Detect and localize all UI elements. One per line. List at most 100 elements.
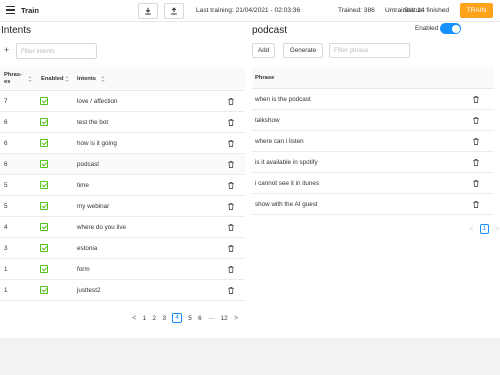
- intent-row[interactable]: 7 love / affection: [0, 91, 245, 112]
- phrase-row[interactable]: talkshow: [252, 110, 494, 131]
- intent-row[interactable]: 5 my webinar: [0, 196, 245, 217]
- generate-button[interactable]: Generate: [283, 43, 323, 58]
- column-intents[interactable]: Intents: [77, 76, 96, 82]
- delete-icon[interactable]: [228, 245, 234, 252]
- page-ellipsis[interactable]: ···: [208, 315, 214, 322]
- download-icon: [145, 7, 151, 15]
- delete-icon[interactable]: [228, 182, 234, 189]
- intent-row[interactable]: 6 podcast: [0, 154, 245, 175]
- intent-row[interactable]: 1 justtest2: [0, 280, 245, 301]
- enabled-checkbox[interactable]: [40, 244, 48, 252]
- menu-icon[interactable]: [6, 6, 15, 14]
- delete-icon[interactable]: [473, 138, 479, 145]
- page-1-current[interactable]: 1: [479, 224, 490, 234]
- next-page-button[interactable]: >: [496, 226, 500, 233]
- phrase-row[interactable]: is it available in spotify: [252, 152, 494, 173]
- delete-icon[interactable]: [473, 117, 479, 124]
- page-3[interactable]: 3: [162, 315, 166, 322]
- delete-icon[interactable]: [228, 119, 234, 126]
- intent-row[interactable]: 4 where do you live: [0, 217, 245, 238]
- intent-name: time: [77, 182, 89, 189]
- enabled-checkbox[interactable]: [40, 223, 48, 231]
- intent-row[interactable]: 6 how is it going: [0, 133, 245, 154]
- delete-icon[interactable]: [473, 159, 479, 166]
- enabled-checkbox[interactable]: [40, 160, 48, 168]
- prev-page-button[interactable]: <: [132, 315, 136, 322]
- app-window: Train Last training: 21/04/2021 - 02:03:…: [0, 0, 500, 338]
- intent-name: podcast: [77, 161, 100, 168]
- delete-icon[interactable]: [473, 96, 479, 103]
- download-button[interactable]: [138, 3, 158, 19]
- phrase-count: 5: [4, 182, 8, 189]
- sort-icon[interactable]: [28, 76, 32, 83]
- intent-name: love / affection: [77, 98, 118, 105]
- filter-intents-input[interactable]: Filter intents: [16, 43, 97, 59]
- enabled-checkbox[interactable]: [40, 118, 48, 126]
- phrase-text: is it available in spotify: [255, 159, 318, 166]
- delete-icon[interactable]: [228, 98, 234, 105]
- page-12[interactable]: 12: [221, 315, 228, 322]
- phrase-count: 6: [4, 140, 8, 147]
- training-status: Status: finished: [404, 7, 450, 14]
- enabled-checkbox[interactable]: [40, 265, 48, 273]
- page-6[interactable]: 6: [198, 315, 202, 322]
- page-4-current[interactable]: 4: [172, 313, 182, 323]
- phrase-row[interactable]: show with the AI guest: [252, 194, 494, 215]
- enabled-checkbox[interactable]: [40, 139, 48, 147]
- intent-name: form: [77, 266, 90, 273]
- column-phrase: Phrase: [255, 75, 275, 81]
- intents-title: Intents: [1, 25, 32, 36]
- sort-icon[interactable]: [101, 76, 105, 83]
- delete-icon[interactable]: [228, 161, 234, 168]
- delete-icon[interactable]: [228, 224, 234, 231]
- page-5[interactable]: 5: [188, 315, 192, 322]
- phrase-text: talkshow: [255, 117, 280, 124]
- intent-row[interactable]: 5 time: [0, 175, 245, 196]
- delete-icon[interactable]: [228, 203, 234, 210]
- phrases-table-header: Phrase: [252, 67, 494, 89]
- delete-icon[interactable]: [228, 266, 234, 273]
- intent-name: my webinar: [77, 203, 110, 210]
- add-intent-icon[interactable]: +: [4, 45, 9, 55]
- enabled-toggle[interactable]: [440, 23, 461, 34]
- add-phrase-button[interactable]: Add: [252, 43, 275, 58]
- phrase-count: 1: [4, 266, 8, 273]
- delete-icon[interactable]: [473, 201, 479, 208]
- column-enabled[interactable]: Enabled: [41, 76, 64, 82]
- column-phrases[interactable]: Phras- es: [4, 72, 22, 85]
- intent-name: where do you live: [77, 224, 127, 231]
- phrases-pagination: < 1 >: [466, 224, 500, 234]
- intents-table-header: Phras- es Enabled Intents: [0, 67, 245, 91]
- enabled-checkbox[interactable]: [40, 97, 48, 105]
- phrase-text: when is the podcast: [255, 96, 311, 103]
- intent-row[interactable]: 1 form: [0, 259, 245, 280]
- intent-name: justtest2: [77, 287, 101, 294]
- page-2[interactable]: 2: [153, 315, 157, 322]
- page-title: Train: [21, 6, 39, 15]
- next-page-button[interactable]: >: [234, 315, 238, 322]
- delete-icon[interactable]: [228, 287, 234, 294]
- enabled-checkbox[interactable]: [40, 181, 48, 189]
- enabled-checkbox[interactable]: [40, 286, 48, 294]
- enabled-checkbox[interactable]: [40, 202, 48, 210]
- prev-page-button[interactable]: <: [469, 226, 473, 233]
- phrase-text: i cannot see it in itunes: [255, 180, 320, 187]
- phrase-row[interactable]: where can i listen: [252, 131, 494, 152]
- train-button[interactable]: TRAIN: [460, 3, 493, 18]
- sort-icon[interactable]: [65, 76, 69, 83]
- last-training-text: Last training: 21/04/2021 - 02:03:36: [196, 7, 301, 14]
- filter-phrase-input[interactable]: Filter phrase: [329, 43, 410, 58]
- phrase-count: 7: [4, 98, 8, 105]
- intent-name: how is it going: [77, 140, 117, 147]
- phrase-text: where can i listen: [255, 138, 304, 145]
- phrase-count: 4: [4, 224, 8, 231]
- phrase-row[interactable]: i cannot see it in itunes: [252, 173, 494, 194]
- delete-icon[interactable]: [473, 180, 479, 187]
- trained-count: Trained: 386: [338, 7, 375, 14]
- intent-row[interactable]: 3 estonia: [0, 238, 245, 259]
- intent-row[interactable]: 6 test the bot: [0, 112, 245, 133]
- delete-icon[interactable]: [228, 140, 234, 147]
- phrase-row[interactable]: when is the podcast: [252, 89, 494, 110]
- upload-button[interactable]: [164, 3, 184, 19]
- page-1[interactable]: 1: [143, 315, 147, 322]
